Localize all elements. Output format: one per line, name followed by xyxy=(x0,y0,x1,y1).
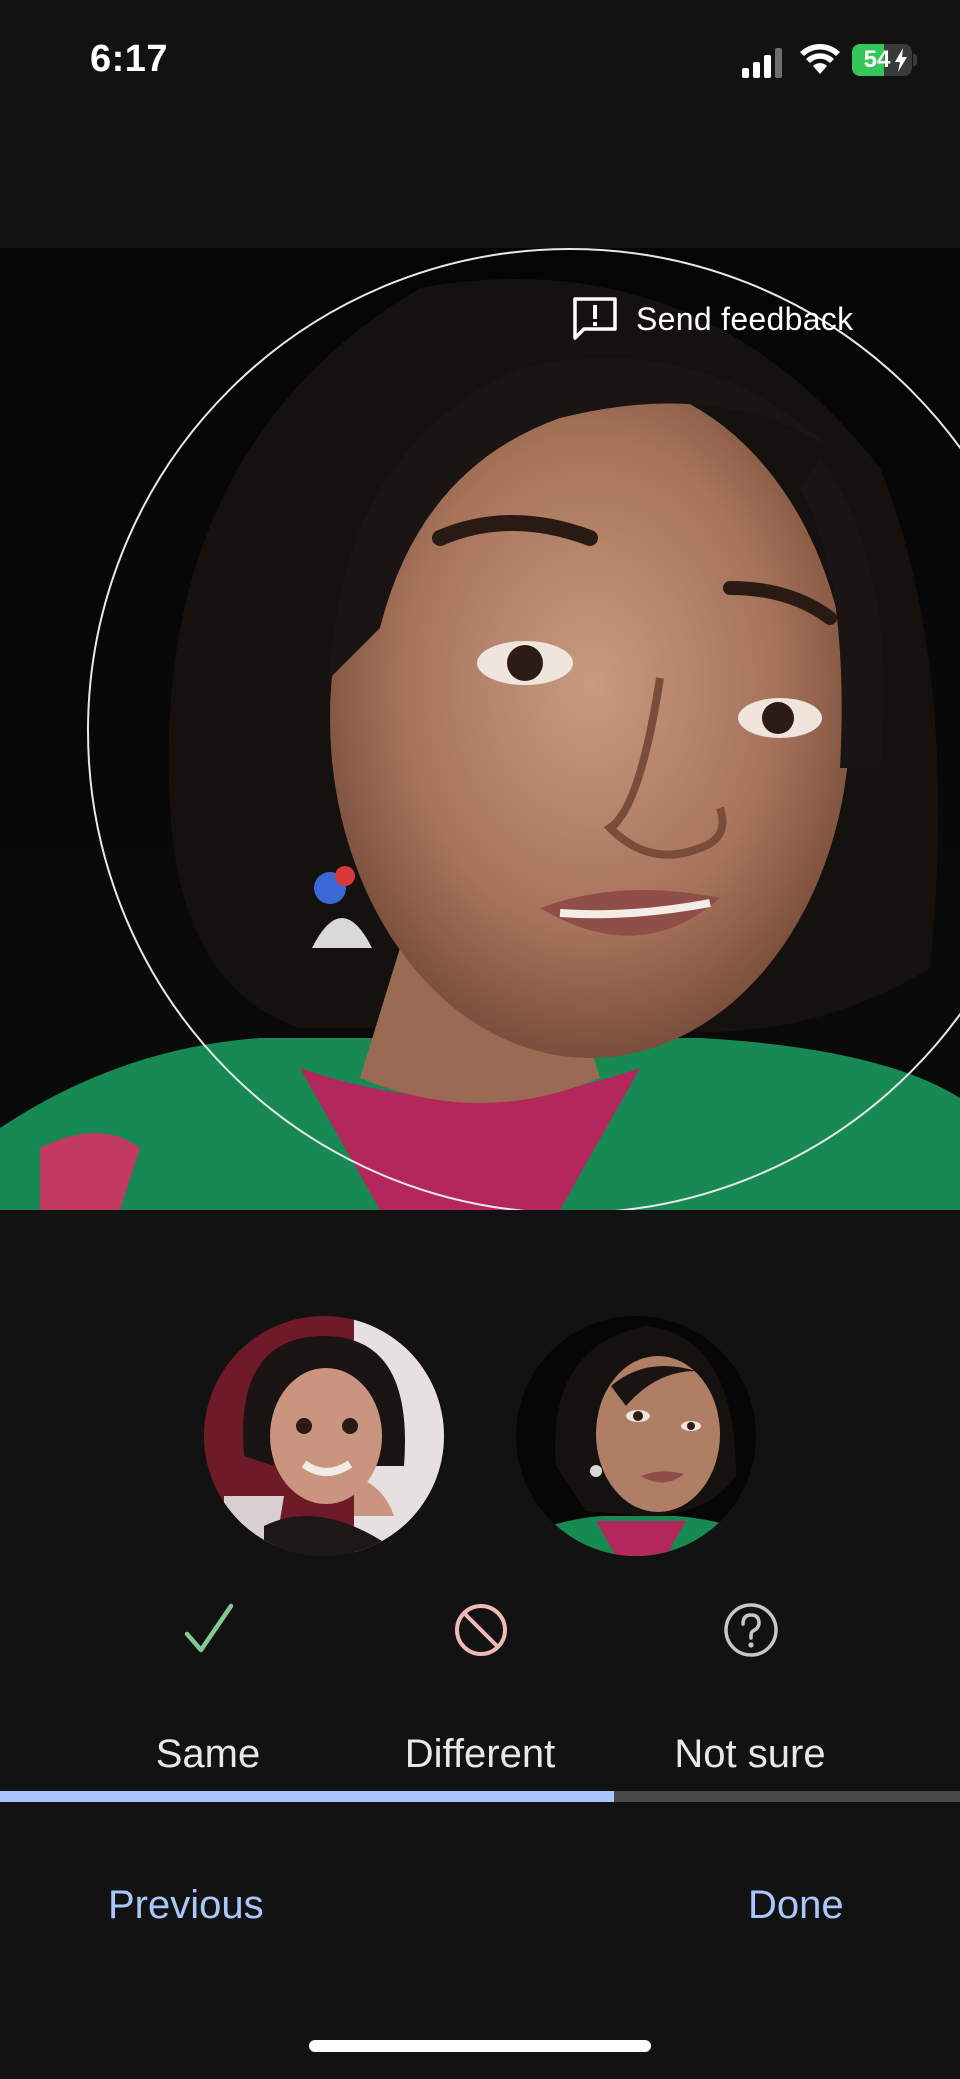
status-bar: 6:17 54 xyxy=(0,0,960,120)
face-review-screen: 6:17 54 Send feedback Same Different Not… xyxy=(0,0,960,2079)
status-time: 6:17 xyxy=(90,38,169,80)
charging-bolt-icon xyxy=(895,48,907,72)
not-sure-button[interactable]: Not sure xyxy=(620,1732,880,1777)
battery-icon: 54 xyxy=(852,44,912,76)
home-indicator[interactable] xyxy=(309,2040,651,2052)
face-thumbnail-child xyxy=(204,1316,444,1556)
same-button[interactable]: Same xyxy=(78,1732,338,1777)
checkmark-icon[interactable] xyxy=(179,1600,239,1660)
signal-icon xyxy=(742,48,782,78)
face-photo-image xyxy=(0,248,960,1210)
done-button[interactable]: Done xyxy=(748,1883,844,1928)
progress-fill xyxy=(0,1791,615,1802)
send-feedback-button[interactable]: Send feedback xyxy=(572,294,853,344)
wifi-icon xyxy=(800,44,840,74)
feedback-icon xyxy=(573,297,617,340)
face-thumbnail-current xyxy=(516,1316,756,1556)
progress-bar xyxy=(0,1791,960,1802)
help-circle-icon[interactable] xyxy=(721,1600,781,1660)
send-feedback-label: Send feedback xyxy=(636,300,854,337)
face-thumbnail-child-image xyxy=(204,1316,444,1556)
different-button[interactable]: Different xyxy=(350,1732,610,1777)
face-thumbnail-current-image xyxy=(516,1316,756,1556)
previous-button[interactable]: Previous xyxy=(108,1883,264,1928)
battery-cap xyxy=(913,54,917,66)
block-icon[interactable] xyxy=(451,1600,511,1660)
face-photo: Send feedback xyxy=(0,248,960,1210)
